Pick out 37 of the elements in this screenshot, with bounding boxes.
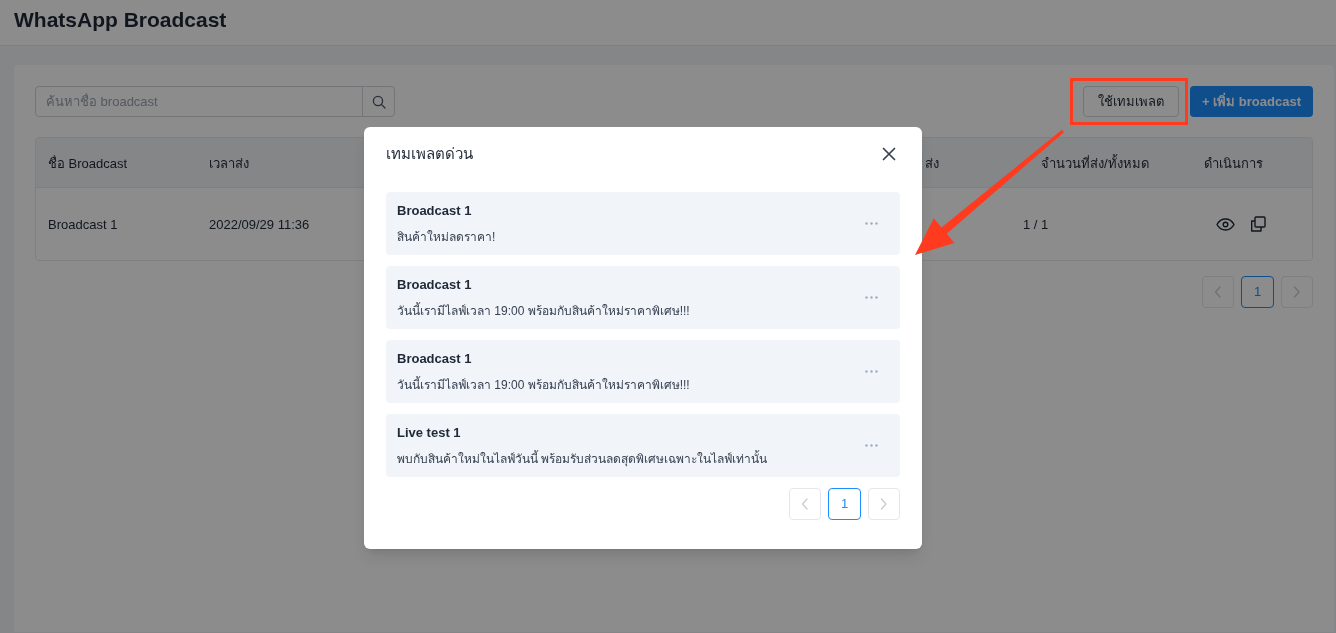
close-icon[interactable]	[882, 147, 896, 161]
template-title: Broadcast 1	[397, 349, 473, 368]
chevron-right-icon	[1293, 286, 1301, 298]
more-icon[interactable]	[865, 444, 878, 447]
search-icon	[371, 94, 386, 109]
more-icon[interactable]	[865, 222, 878, 225]
template-card[interactable]: Live test 1 พบกับสินค้าใหม่ในไลฟ์วันนี้ พร้อมรับส่วนลดสุดพิเศษเฉพาะในไลฟ์เท่านั้น	[386, 414, 900, 477]
page-title: WhatsApp Broadcast	[14, 9, 227, 30]
template-text: วันนี้เรามีไลฟ์เวลา 19:00 พร้อมกับสินค้าใหม่ราคาพิเศษ!!!	[397, 301, 690, 320]
template-card[interactable]: Broadcast 1 วันนี้เรามีไลฟ์เวลา 19:00 พร้อมกับสินค้าใหม่ราคาพิเศษ!!!	[386, 266, 900, 329]
template-title: Live test 1	[397, 423, 462, 442]
more-icon[interactable]	[865, 296, 878, 299]
more-icon[interactable]	[865, 370, 878, 373]
eye-icon[interactable]	[1216, 217, 1235, 231]
template-card[interactable]: Broadcast 1 สินค้าใหม่ลดราคา!	[386, 192, 900, 255]
template-card[interactable]: Broadcast 1 วันนี้เรามีไลฟ์เวลา 19:00 พร้อมกับสินค้าใหม่ราคาพิเศษ!!!	[386, 340, 900, 403]
table-cell: Broadcast 1	[48, 217, 118, 232]
search-button[interactable]	[362, 86, 395, 117]
template-title: Broadcast 1	[397, 275, 473, 294]
template-button[interactable]: ใช้เทมเพลต	[1083, 86, 1180, 117]
column-header: ชื่อ Broadcast	[48, 155, 128, 171]
template-text: พบกับสินค้าใหม่ในไลฟ์วันนี้ พร้อมรับส่วนลดสุดพิเศษเฉพาะในไลฟ์เท่านั้น	[397, 449, 768, 468]
dialog-title: เทมเพลตด่วน	[386, 143, 473, 164]
chevron-right-icon	[880, 498, 888, 510]
chevron-left-icon	[801, 498, 809, 510]
column-header: ดำเนินการ	[1204, 155, 1263, 171]
template-text: วันนี้เรามีไลฟ์เวลา 19:00 พร้อมกับสินค้าใหม่ราคาพิเศษ!!!	[397, 375, 690, 394]
table-cell: 1 / 1	[1023, 217, 1049, 232]
template-text: สินค้าใหม่ลดราคา!	[397, 228, 496, 246]
table-cell: 2022/09/29 11:36	[209, 217, 310, 232]
column-header: จำนวนที่ส่ง/ทั้งหมด	[1041, 155, 1149, 171]
copy-icon[interactable]	[1250, 216, 1266, 232]
column-header: เวลาส่ง	[209, 155, 249, 171]
template-title: Broadcast 1	[397, 201, 473, 220]
chevron-left-icon	[1214, 286, 1222, 298]
column-header: ส่ง	[925, 155, 939, 171]
search-field[interactable]: ค้นหาชื่อ broadcast	[35, 86, 363, 117]
